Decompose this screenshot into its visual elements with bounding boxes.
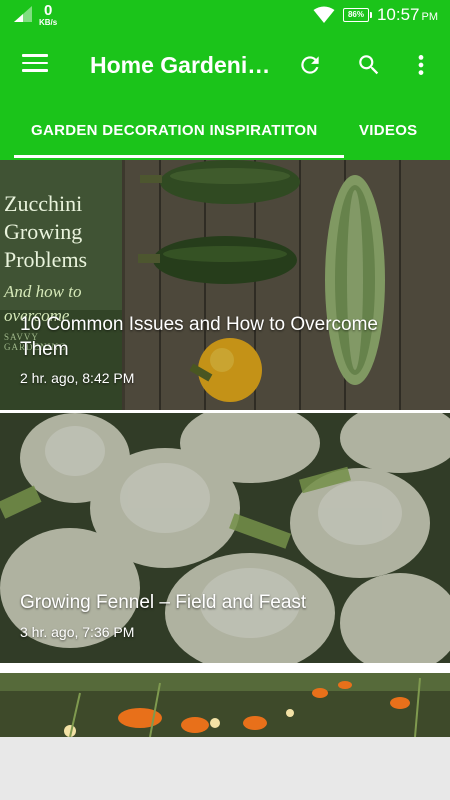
image-text-line3: Problems xyxy=(4,247,88,272)
search-icon[interactable] xyxy=(356,52,382,78)
status-bar: 0 KB/s 86% 10:57 PM xyxy=(0,0,450,32)
article-feed: Zucchini Growing Problems And how to ove… xyxy=(0,160,450,737)
status-clock: 10:57 PM xyxy=(377,5,438,25)
article-card[interactable]: Zucchini Growing Problems And how to ove… xyxy=(0,160,450,410)
article-image-flowers xyxy=(0,673,450,737)
page-title: Home Gardening Ideas xyxy=(90,52,280,78)
battery-indicator: 86% xyxy=(342,8,372,22)
wifi-icon xyxy=(313,6,335,23)
more-vert-icon[interactable] xyxy=(408,52,434,78)
refresh-icon[interactable] xyxy=(297,52,323,78)
article-title: Growing Fennel – Field and Feast xyxy=(20,592,307,613)
app-toolbar: Home Gardening Ideas xyxy=(0,32,450,100)
image-text-line2: Growing xyxy=(4,219,83,244)
tab-videos[interactable]: VIDEOS xyxy=(359,122,417,139)
status-right: 86% 10:57 PM xyxy=(313,5,438,25)
article-card[interactable] xyxy=(0,673,450,737)
article-card[interactable]: Growing Fennel – Field and Feast 3 hr. a… xyxy=(0,413,450,663)
data-rate-unit: KB/s xyxy=(39,18,58,27)
data-rate: 0 KB/s xyxy=(39,3,57,27)
clock-ampm: PM xyxy=(421,11,439,23)
tab-indicator xyxy=(14,155,344,158)
article-time: 3 hr. ago, 7:36 PM xyxy=(20,624,135,640)
card-divider xyxy=(0,663,450,673)
tab-garden-decoration[interactable]: GARDEN DECORATION INSPIRATITON xyxy=(31,122,318,139)
image-text-line4: And how to xyxy=(4,282,82,301)
signal-icon xyxy=(14,6,32,22)
menu-icon[interactable] xyxy=(22,54,48,74)
article-title: 10 Common Issues and How to Overcome The… xyxy=(20,314,378,360)
tab-bar: GARDEN DECORATION INSPIRATITON VIDEOS xyxy=(0,100,450,160)
app-screen: 0 KB/s 86% 10:57PM Home Gardening Ideas xyxy=(0,0,450,737)
signal-indicator xyxy=(12,5,34,23)
article-time: 2 hr. ago, 8:42 PM xyxy=(20,370,135,386)
data-rate-value: 0 xyxy=(43,2,53,19)
image-text-line1: Zucchini xyxy=(4,191,83,216)
clock-time: 10:57 xyxy=(376,5,420,24)
bottom-empty-area xyxy=(0,737,450,800)
